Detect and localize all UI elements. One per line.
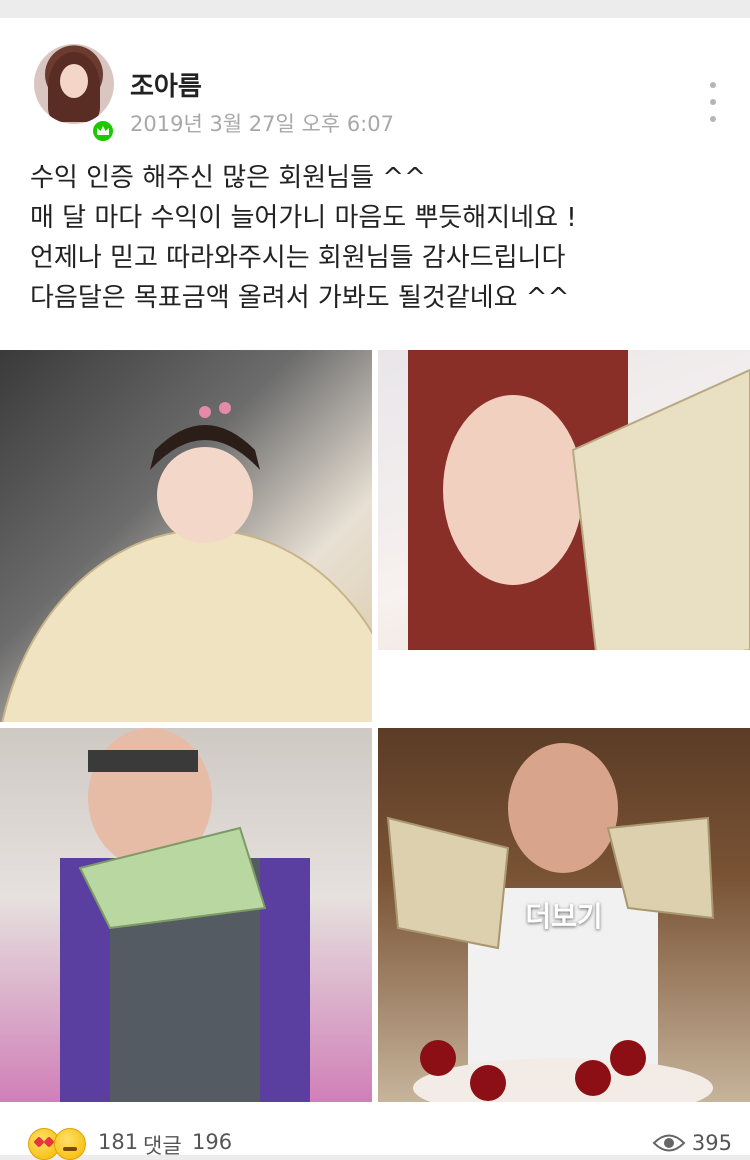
- thumbs-up-emoji-icon: [54, 1128, 86, 1160]
- avatar-face: [60, 64, 88, 98]
- eye-icon: [652, 1134, 686, 1152]
- photo-man-with-money[interactable]: [0, 728, 372, 1102]
- author-name[interactable]: 조아름: [130, 66, 202, 103]
- photo-man-with-cake-money[interactable]: 더보기: [378, 728, 750, 1102]
- post-timestamp: 2019년 3월 27일 오후 6:07: [130, 112, 394, 136]
- reaction-emojis[interactable]: [28, 1128, 88, 1160]
- more-options-button[interactable]: [698, 82, 728, 122]
- post-header: 조아름 2019년 3월 27일 오후 6:07: [0, 18, 750, 144]
- post-body: 수익 인증 해주신 많은 회원님들 ^^ 매 달 마다 수익이 늘어가니 마음도…: [30, 158, 730, 318]
- more-photos-overlay[interactable]: 더보기: [378, 728, 750, 1102]
- view-count: 395: [652, 1128, 732, 1158]
- photo-baby-with-money[interactable]: [0, 350, 372, 722]
- avatar[interactable]: [34, 44, 114, 124]
- post-body-line: 다음달은 목표금액 올려서 가봐도 될것같네요 ^^: [30, 283, 570, 313]
- photo-woman-with-money[interactable]: [378, 350, 750, 722]
- comments-label[interactable]: 댓글: [143, 1130, 182, 1160]
- more-photos-label[interactable]: 더보기: [525, 895, 602, 935]
- views-count: 395: [691, 1131, 732, 1155]
- post-body-line: 매 달 마다 수익이 늘어가니 마음도 뿌듯해지네요 !: [30, 203, 577, 233]
- dot-icon: [710, 99, 716, 105]
- comments-count[interactable]: 196: [192, 1130, 232, 1154]
- post-body-line: 수익 인증 해주신 많은 회원님들 ^^: [30, 163, 426, 193]
- photo-grid: 더보기: [0, 350, 750, 1102]
- post-footer: 181 댓글 196 395: [0, 1108, 750, 1160]
- top-strip: [0, 0, 750, 18]
- dot-icon: [710, 82, 716, 88]
- like-count[interactable]: 181: [98, 1130, 138, 1154]
- post-body-line: 언제나 믿고 따라와주시는 회원님들 감사드립니다: [30, 243, 566, 273]
- dot-icon: [710, 116, 716, 122]
- post-card: 조아름 2019년 3월 27일 오후 6:07 수익 인증 해주신 많은 회원…: [0, 18, 750, 1160]
- crown-icon: [90, 118, 116, 144]
